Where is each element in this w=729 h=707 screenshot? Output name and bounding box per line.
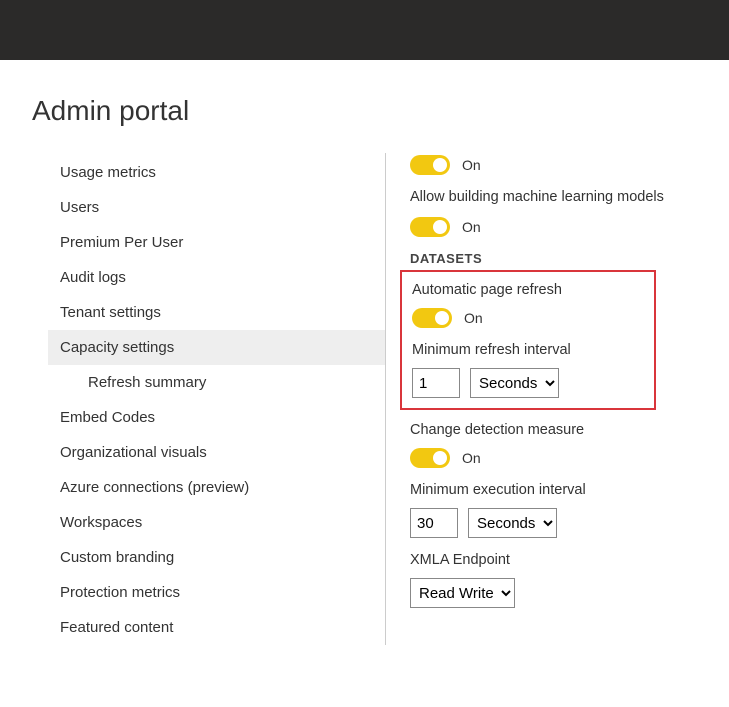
sidebar-item-label: Organizational visuals bbox=[60, 444, 207, 461]
min-refresh-interval-row: Seconds bbox=[412, 368, 644, 398]
sidebar-item-embed-codes[interactable]: Embed Codes bbox=[48, 400, 385, 435]
toggle-state-label: On bbox=[464, 310, 483, 326]
setting-label-change-detection: Change detection measure bbox=[410, 422, 729, 438]
xmla-endpoint-row: Read Write bbox=[410, 578, 729, 608]
min-execution-interval-row: Seconds bbox=[410, 508, 729, 538]
sidebar-item-label: Usage metrics bbox=[60, 164, 156, 181]
sidebar-item-users[interactable]: Users bbox=[48, 190, 385, 225]
toggle-switch[interactable] bbox=[410, 155, 450, 175]
sidebar-item-label: Refresh summary bbox=[88, 374, 206, 391]
sidebar-item-tenant-settings[interactable]: Tenant settings bbox=[48, 295, 385, 330]
top-bar bbox=[0, 0, 729, 60]
sidebar-item-label: Azure connections (preview) bbox=[60, 479, 249, 496]
sidebar-item-label: Featured content bbox=[60, 619, 173, 636]
toggle-row-auto-refresh: On bbox=[412, 308, 644, 328]
sidebar-item-usage-metrics[interactable]: Usage metrics bbox=[48, 155, 385, 190]
toggle-row-change-detection: On bbox=[410, 448, 729, 468]
sidebar-item-protection-metrics[interactable]: Protection metrics bbox=[48, 575, 385, 610]
sidebar-item-organizational-visuals[interactable]: Organizational visuals bbox=[48, 435, 385, 470]
setting-label-auto-refresh: Automatic page refresh bbox=[412, 282, 644, 298]
section-header-datasets: DATASETS bbox=[410, 251, 729, 266]
min-refresh-interval-input[interactable] bbox=[412, 368, 460, 398]
toggle-state-label: On bbox=[462, 450, 481, 466]
sidebar-item-azure-connections[interactable]: Azure connections (preview) bbox=[48, 470, 385, 505]
sidebar-item-workspaces[interactable]: Workspaces bbox=[48, 505, 385, 540]
min-refresh-interval-unit-select[interactable]: Seconds bbox=[470, 368, 559, 398]
sidebar-item-custom-branding[interactable]: Custom branding bbox=[48, 540, 385, 575]
main-panel: On Allow building machine learning model… bbox=[386, 155, 729, 645]
sidebar: Usage metrics Users Premium Per User Aud… bbox=[0, 155, 385, 645]
field-label-xmla-endpoint: XMLA Endpoint bbox=[410, 552, 729, 568]
toggle-state-label: On bbox=[462, 219, 481, 235]
sidebar-item-label: Embed Codes bbox=[60, 409, 155, 426]
toggle-state-label: On bbox=[462, 157, 481, 173]
highlight-box: Automatic page refresh On Minimum refres… bbox=[400, 270, 656, 410]
sidebar-item-label: Capacity settings bbox=[60, 339, 174, 356]
min-execution-interval-unit-select[interactable]: Seconds bbox=[468, 508, 557, 538]
toggle-row-top: On bbox=[410, 155, 729, 175]
sidebar-item-label: Tenant settings bbox=[60, 304, 161, 321]
sidebar-item-label: Custom branding bbox=[60, 549, 174, 566]
min-execution-interval-input[interactable] bbox=[410, 508, 458, 538]
setting-label-ml-models: Allow building machine learning models bbox=[410, 189, 729, 205]
content-area: Usage metrics Users Premium Per User Aud… bbox=[0, 155, 729, 645]
sidebar-item-premium-per-user[interactable]: Premium Per User bbox=[48, 225, 385, 260]
xmla-endpoint-select[interactable]: Read Write bbox=[410, 578, 515, 608]
field-label-min-execution-interval: Minimum execution interval bbox=[410, 482, 729, 498]
sidebar-item-label: Premium Per User bbox=[60, 234, 183, 251]
toggle-row-ml-models: On bbox=[410, 217, 729, 237]
field-label-min-refresh-interval: Minimum refresh interval bbox=[412, 342, 644, 358]
sidebar-subitem-refresh-summary[interactable]: Refresh summary bbox=[48, 365, 385, 400]
sidebar-item-label: Users bbox=[60, 199, 99, 216]
page-title: Admin portal bbox=[0, 60, 729, 155]
toggle-switch[interactable] bbox=[410, 217, 450, 237]
sidebar-item-label: Protection metrics bbox=[60, 584, 180, 601]
sidebar-item-featured-content[interactable]: Featured content bbox=[48, 610, 385, 645]
toggle-switch[interactable] bbox=[410, 448, 450, 468]
sidebar-item-label: Workspaces bbox=[60, 514, 142, 531]
sidebar-item-audit-logs[interactable]: Audit logs bbox=[48, 260, 385, 295]
sidebar-item-label: Audit logs bbox=[60, 269, 126, 286]
sidebar-item-capacity-settings[interactable]: Capacity settings bbox=[48, 330, 385, 365]
toggle-switch[interactable] bbox=[412, 308, 452, 328]
